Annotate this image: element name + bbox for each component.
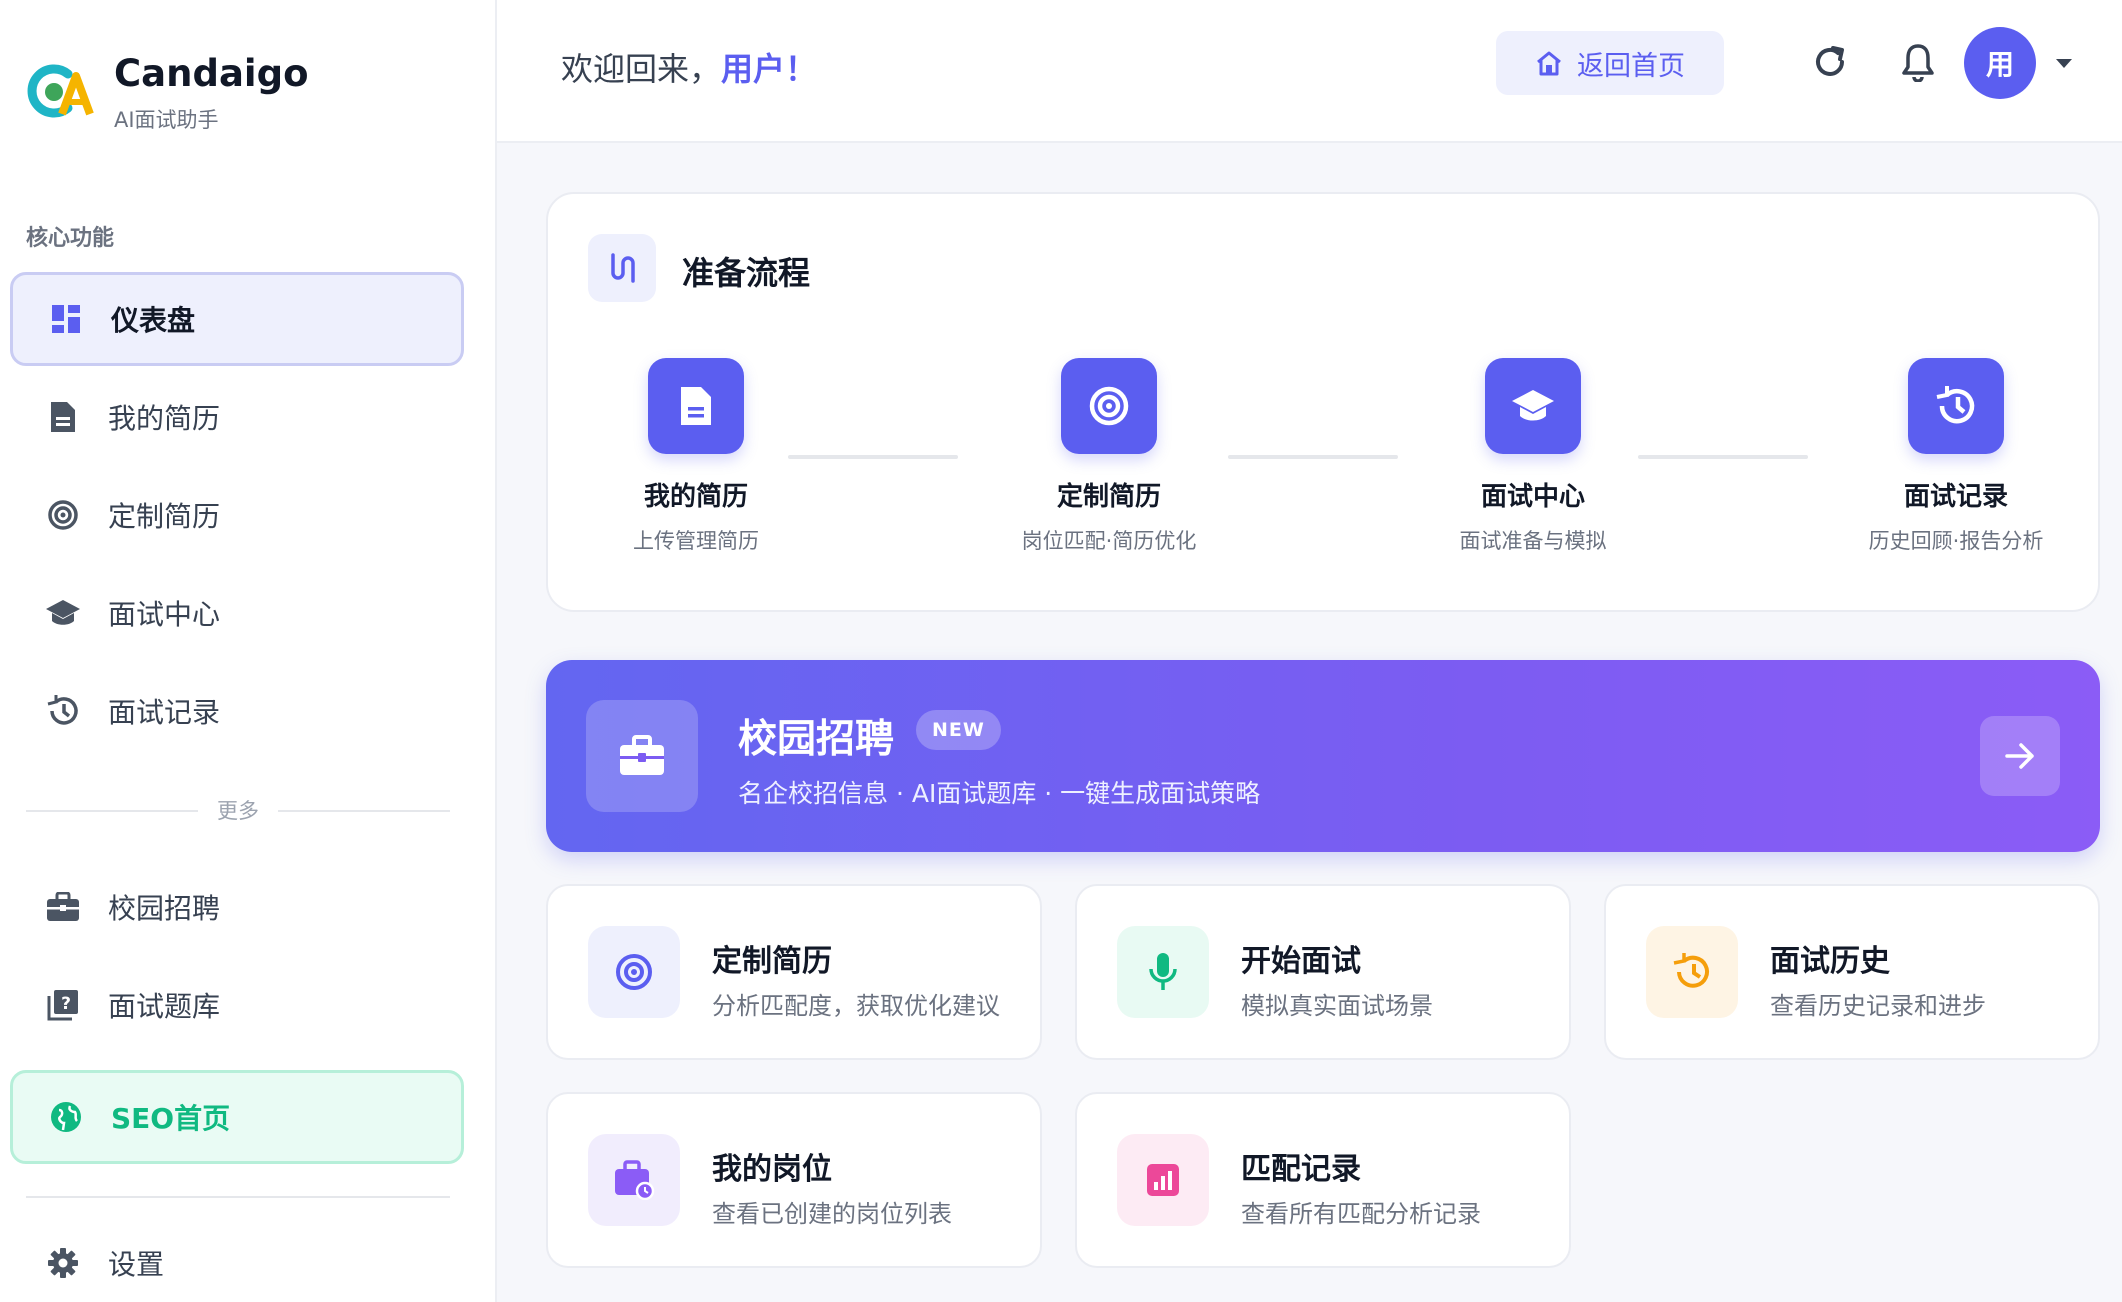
graduation-cap-icon — [44, 594, 82, 632]
card-title: 匹配记录 — [1241, 1152, 1361, 1187]
briefcase-icon — [44, 888, 82, 926]
step-connector — [1228, 455, 1398, 459]
sidebar: Candaigo AI面试助手 核心功能 仪表盘 我的简历 定制简历 面试中心 … — [0, 0, 497, 1302]
welcome-username: 用户！ — [721, 50, 818, 88]
process-title: 准备流程 — [682, 254, 811, 292]
quick-card-match-records[interactable]: 匹配记录 查看所有匹配分析记录 — [1075, 1092, 1571, 1268]
sidebar-item-campus-recruit[interactable]: 校园招聘 — [10, 860, 464, 954]
divider-more: 更多 — [26, 795, 450, 825]
arrow-right-icon[interactable] — [1980, 716, 2060, 796]
card-subtitle: 模拟真实面试场景 — [1241, 992, 1433, 1020]
process-step-custom-resume[interactable]: 定制简历 岗位匹配·简历优化 — [979, 358, 1239, 555]
step-subtitle: 面试准备与模拟 — [1459, 529, 1607, 553]
question-book-icon: ? — [44, 986, 82, 1024]
document-icon — [44, 398, 82, 436]
gear-icon — [44, 1244, 82, 1282]
candaigo-logo-icon[interactable] — [24, 50, 94, 130]
history-icon — [44, 692, 82, 730]
sidebar-item-label: 面试中心 — [108, 598, 221, 631]
card-title: 我的岗位 — [712, 1152, 832, 1187]
target-icon — [1061, 358, 1157, 454]
card-title: 面试历史 — [1770, 944, 1890, 979]
sidebar-item-label: 定制简历 — [108, 500, 221, 533]
quick-card-interview-history[interactable]: 面试历史 查看历史记录和进步 — [1604, 884, 2100, 1060]
campus-recruit-banner[interactable]: 校园招聘 NEW 名企校招信息 · AI面试题库 · 一键生成面试策略 — [546, 660, 2100, 852]
svg-text:?: ? — [61, 994, 71, 1014]
banner-subtitle: 名企校招信息 · AI面试题库 · 一键生成面试策略 — [738, 779, 1261, 808]
history-icon — [1908, 358, 2004, 454]
microphone-icon — [1117, 926, 1209, 1018]
chevron-down-icon[interactable] — [2052, 52, 2076, 76]
brand-name[interactable]: Candaigo — [114, 52, 309, 95]
card-subtitle: 查看已创建的岗位列表 — [712, 1200, 952, 1228]
sidebar-item-interview-center[interactable]: 面试中心 — [10, 566, 464, 660]
section-label-core: 核心功能 — [26, 226, 115, 251]
step-title: 面试中心 — [1480, 482, 1585, 512]
sidebar-item-label: 面试记录 — [108, 696, 221, 729]
step-title: 我的简历 — [643, 482, 748, 512]
sidebar-item-label: 设置 — [108, 1248, 165, 1281]
preparation-process-card: 准备流程 我的简历 上传管理简历 定制简历 岗位匹配·简历优化 面试中心 面试准… — [546, 192, 2100, 612]
briefcase-icon — [586, 700, 698, 812]
step-subtitle: 上传管理简历 — [633, 529, 759, 553]
card-title: 定制简历 — [712, 944, 832, 979]
flow-icon — [588, 234, 656, 302]
sidebar-item-label: 仪表盘 — [111, 304, 196, 337]
new-badge: NEW — [916, 710, 1001, 750]
step-title: 面试记录 — [1903, 482, 2008, 512]
card-title: 开始面试 — [1241, 944, 1361, 979]
welcome-prefix: 欢迎回来， — [561, 50, 722, 88]
home-icon — [1537, 51, 1561, 76]
card-subtitle: 查看所有匹配分析记录 — [1241, 1200, 1481, 1228]
sidebar-divider — [26, 1196, 450, 1198]
step-connector — [788, 455, 958, 459]
sidebar-item-seo-home[interactable]: SEO首页 — [10, 1070, 464, 1164]
banner-title: 校园招聘 — [738, 717, 895, 762]
quick-card-custom-resume[interactable]: 定制简历 分析匹配度，获取优化建议 — [546, 884, 1042, 1060]
globe-icon — [47, 1098, 85, 1136]
chart-icon — [1117, 1134, 1209, 1226]
step-subtitle: 历史回顾·报告分析 — [1868, 529, 2044, 553]
history-icon — [1646, 926, 1738, 1018]
welcome-message: 欢迎回来，用户！ — [561, 44, 817, 90]
sidebar-item-interview-records[interactable]: 面试记录 — [10, 664, 464, 758]
quick-card-my-positions[interactable]: 我的岗位 查看已创建的岗位列表 — [546, 1092, 1042, 1268]
back-home-label: 返回首页 — [1577, 50, 1685, 82]
quick-card-start-interview[interactable]: 开始面试 模拟真实面试场景 — [1075, 884, 1571, 1060]
sidebar-item-question-bank[interactable]: ? 面试题库 — [10, 958, 464, 1052]
back-home-button[interactable]: 返回首页 — [1496, 31, 1724, 95]
process-step-my-resume[interactable]: 我的简历 上传管理简历 — [566, 358, 826, 555]
user-avatar[interactable]: 用 — [1964, 27, 2036, 99]
process-step-interview-center[interactable]: 面试中心 面试准备与模拟 — [1403, 358, 1663, 555]
top-header: 欢迎回来，用户！ 返回首页 用 — [497, 0, 2122, 143]
card-subtitle: 查看历史记录和进步 — [1770, 992, 1986, 1020]
sidebar-item-settings[interactable]: 设置 — [10, 1216, 464, 1302]
sidebar-item-my-resume[interactable]: 我的简历 — [10, 370, 464, 464]
sidebar-item-label: 我的简历 — [108, 402, 221, 435]
document-icon — [648, 358, 744, 454]
step-subtitle: 岗位匹配·简历优化 — [1021, 529, 1197, 553]
brand-subtitle: AI面试助手 — [114, 108, 219, 132]
dashboard-icon — [47, 300, 85, 338]
job-briefcase-icon — [588, 1134, 680, 1226]
card-subtitle: 分析匹配度，获取优化建议 — [712, 992, 1000, 1020]
sidebar-item-label: 校园招聘 — [108, 892, 221, 925]
sidebar-item-dashboard[interactable]: 仪表盘 — [10, 272, 464, 366]
target-icon — [588, 926, 680, 1018]
process-step-interview-records[interactable]: 面试记录 历史回顾·报告分析 — [1826, 358, 2086, 555]
sidebar-item-custom-resume[interactable]: 定制简历 — [10, 468, 464, 562]
target-icon — [44, 496, 82, 534]
sidebar-item-label: SEO首页 — [111, 1102, 231, 1135]
step-title: 定制简历 — [1056, 482, 1161, 512]
graduation-cap-icon — [1485, 358, 1581, 454]
sidebar-item-label: 面试题库 — [108, 990, 221, 1023]
refresh-icon[interactable] — [1806, 38, 1854, 86]
step-connector — [1638, 455, 1808, 459]
bell-icon[interactable] — [1894, 38, 1942, 86]
